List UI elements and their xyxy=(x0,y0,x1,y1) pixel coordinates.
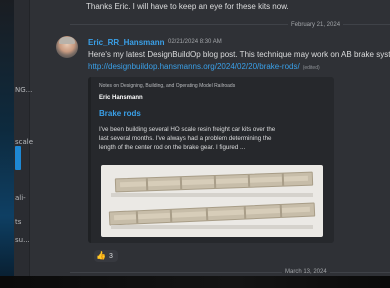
date-divider-label: February 21, 2024 xyxy=(288,22,344,28)
embed-description-line: length of the center rod on the brake ge… xyxy=(99,144,246,151)
sidebar-item[interactable]: ts xyxy=(15,218,21,226)
underframe-rib xyxy=(243,206,247,219)
embed-provider[interactable]: Notes on Designing, Building, and Operat… xyxy=(99,83,235,89)
message-link[interactable]: http://designbuildop.hansmanns.org/2024/… xyxy=(88,62,300,71)
message-timestamp: 02/21/2024 8:30 AM xyxy=(168,39,222,45)
underframe-rib xyxy=(179,177,183,190)
embed-description-line: I've been building several HO scale resi… xyxy=(99,126,276,133)
message-link-row: http://designbuildop.hansmanns.org/2024/… xyxy=(88,62,320,71)
embed-image[interactable] xyxy=(101,165,323,237)
underframe-rib xyxy=(213,175,217,188)
sidebar-item[interactable]: su... xyxy=(15,236,30,244)
car-underframe-top xyxy=(114,171,314,193)
chat-window: NG... scale ali- ts su... Thanks Eric. I… xyxy=(14,0,390,276)
embed-title[interactable]: Brake rods xyxy=(99,109,141,118)
embed-description: I've been building several HO scale resi… xyxy=(99,125,333,152)
underframe-shadow xyxy=(111,193,313,197)
underframe-rib xyxy=(279,204,283,218)
previous-message-text: Thanks Eric. I will have to keep an eye … xyxy=(86,2,289,11)
embed-description-line: last several months. I've always had a p… xyxy=(99,135,272,142)
reaction-count: 3 xyxy=(108,252,113,260)
monitor-bezel-bottom xyxy=(0,276,390,288)
underframe-rib xyxy=(247,174,251,187)
sidebar-active-indicator xyxy=(15,146,21,170)
message-author[interactable]: Eric_RR_Hansmann xyxy=(88,38,164,47)
date-divider-label: March 13, 2024 xyxy=(282,269,330,275)
car-underframe-bottom xyxy=(108,202,316,226)
message-list: Thanks Eric. I will have to keep an eye … xyxy=(30,0,390,276)
underframe-rib xyxy=(205,208,209,221)
underframe-rib xyxy=(281,173,285,186)
underframe-rib xyxy=(135,211,139,224)
embed-author[interactable]: Eric Hansmann xyxy=(99,95,143,101)
sidebar-item[interactable]: ali- xyxy=(15,194,26,202)
link-embed: Notes on Designing, Building, and Operat… xyxy=(88,77,334,243)
avatar-hair xyxy=(59,37,75,44)
underframe-rib xyxy=(145,178,149,191)
avatar[interactable] xyxy=(56,36,78,58)
thumbs-up-icon: 👍 xyxy=(96,251,106,260)
edited-label: (edited) xyxy=(302,65,320,71)
reaction-button[interactable]: 👍 3 xyxy=(94,250,118,262)
monitor-bezel-left xyxy=(0,0,14,288)
date-divider xyxy=(70,272,390,273)
message-text: Here's my latest DesignBuildOp blog post… xyxy=(88,50,390,59)
channel-sidebar: NG... scale ali- ts su... xyxy=(14,0,33,276)
underframe-rib xyxy=(169,209,173,222)
underframe-shadow xyxy=(111,225,313,229)
